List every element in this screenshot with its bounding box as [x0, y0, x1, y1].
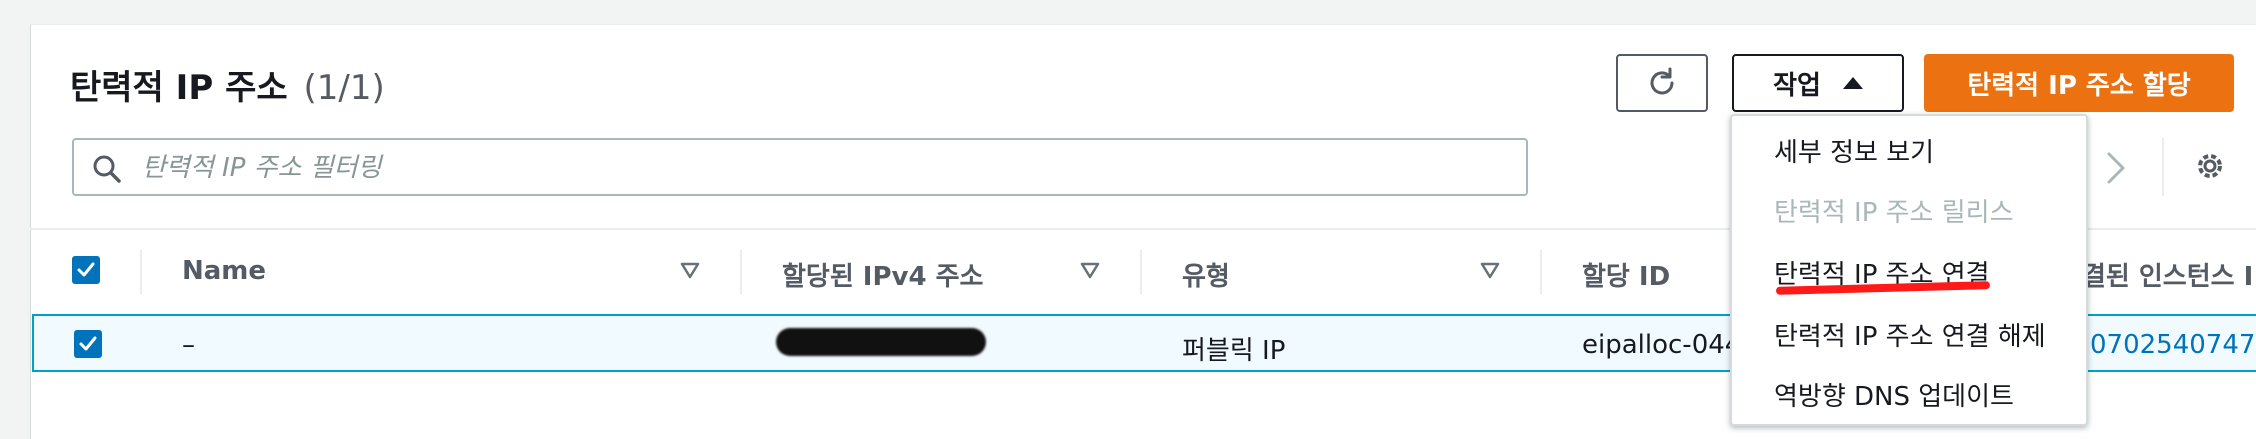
- toolbar-divider: [2162, 138, 2164, 196]
- column-separator: [140, 250, 142, 294]
- column-header-allocation-id[interactable]: 할당 ID: [1582, 256, 1670, 293]
- menu-item-release-elastic-ip: 탄력적 IP 주소 릴리스: [1774, 198, 2014, 228]
- row-checkbox[interactable]: [74, 330, 102, 358]
- menu-item-view-details[interactable]: 세부 정보 보기: [1774, 132, 1934, 169]
- cell-name: –: [182, 330, 195, 360]
- actions-dropdown-menu: 세부 정보 보기 탄력적 IP 주소 릴리스 탄력적 IP 주소 연결 탄력적 …: [1730, 114, 2088, 426]
- cell-instance-link[interactable]: 0702540747c: [2090, 330, 2256, 360]
- menu-item-disassociate-elastic-ip[interactable]: 탄력적 IP 주소 연결 해제: [1774, 316, 2046, 353]
- sort-triangle-icon[interactable]: [1480, 262, 1500, 280]
- chevron-right-icon[interactable]: [2104, 150, 2128, 186]
- column-separator: [1540, 250, 1542, 294]
- check-icon: [77, 262, 95, 277]
- page-title: 탄력적 IP 주소 (1/1): [70, 60, 385, 109]
- column-header-name[interactable]: Name: [182, 256, 266, 286]
- search-box[interactable]: [72, 138, 1528, 196]
- column-separator: [1140, 250, 1142, 294]
- check-icon: [79, 336, 97, 351]
- sort-triangle-icon[interactable]: [680, 262, 700, 280]
- redacted-ipv4: [776, 328, 986, 356]
- page-title-text: 탄력적 IP 주소: [70, 68, 288, 108]
- column-header-instance[interactable]: 결된 인스턴스 I: [2082, 256, 2253, 293]
- search-icon: [93, 155, 121, 183]
- refresh-button[interactable]: [1616, 54, 1708, 112]
- actions-button[interactable]: 작업: [1732, 54, 1904, 112]
- search-input[interactable]: [140, 148, 1514, 188]
- caret-up-icon: [1842, 77, 1863, 89]
- selection-count: (1/1): [303, 68, 385, 108]
- column-header-type[interactable]: 유형: [1182, 256, 1230, 293]
- cell-type: 퍼블릭 IP: [1182, 336, 1286, 366]
- menu-item-update-reverse-dns[interactable]: 역방향 DNS 업데이트: [1774, 376, 2014, 413]
- select-all-checkbox[interactable]: [72, 256, 100, 284]
- cell-allocation-id: eipalloc-044: [1582, 330, 1742, 360]
- allocate-elastic-ip-button[interactable]: 탄력적 IP 주소 할당: [1924, 54, 2234, 112]
- column-header-ipv4[interactable]: 할당된 IPv4 주소: [782, 256, 983, 293]
- column-separator: [740, 250, 742, 294]
- refresh-icon: [1650, 67, 1674, 95]
- actions-button-label: 작업: [1773, 70, 1821, 101]
- gear-icon[interactable]: [2192, 148, 2228, 184]
- sort-triangle-icon[interactable]: [1080, 262, 1100, 280]
